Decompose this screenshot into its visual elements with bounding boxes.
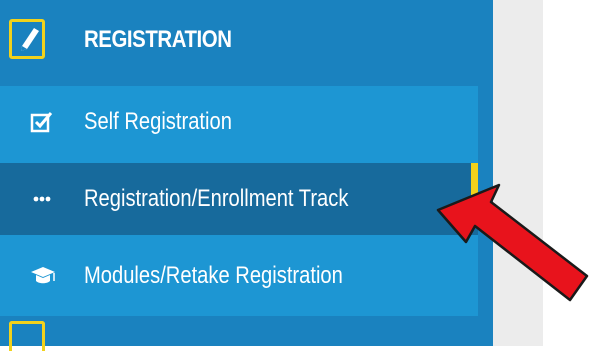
- menu-item-label: Registration/Enrollment Track: [84, 185, 349, 212]
- menu-item-label: Self Registration: [84, 108, 232, 135]
- edit-icon: [9, 19, 45, 59]
- menu-item-modules-retake-registration[interactable]: Modules/Retake Registration: [0, 240, 478, 312]
- section-header[interactable]: REGISTRATION: [0, 0, 493, 80]
- menu-item-label: Modules/Retake Registration: [84, 262, 343, 289]
- registration-submenu: Self Registration Registration/Enrollmen…: [0, 86, 478, 316]
- section-title: REGISTRATION: [84, 26, 232, 53]
- menu-item-registration-enrollment-track[interactable]: Registration/Enrollment Track: [0, 163, 478, 235]
- checkbox-icon: [30, 110, 54, 134]
- dots-icon: [30, 187, 54, 211]
- menu-item-self-registration[interactable]: Self Registration: [0, 86, 478, 158]
- next-section-icon: [9, 321, 45, 351]
- sidebar: REGISTRATION Self Registration Registrat…: [0, 0, 493, 351]
- red-arrow-annotation: [436, 183, 589, 302]
- graduation-cap-icon: [30, 264, 55, 288]
